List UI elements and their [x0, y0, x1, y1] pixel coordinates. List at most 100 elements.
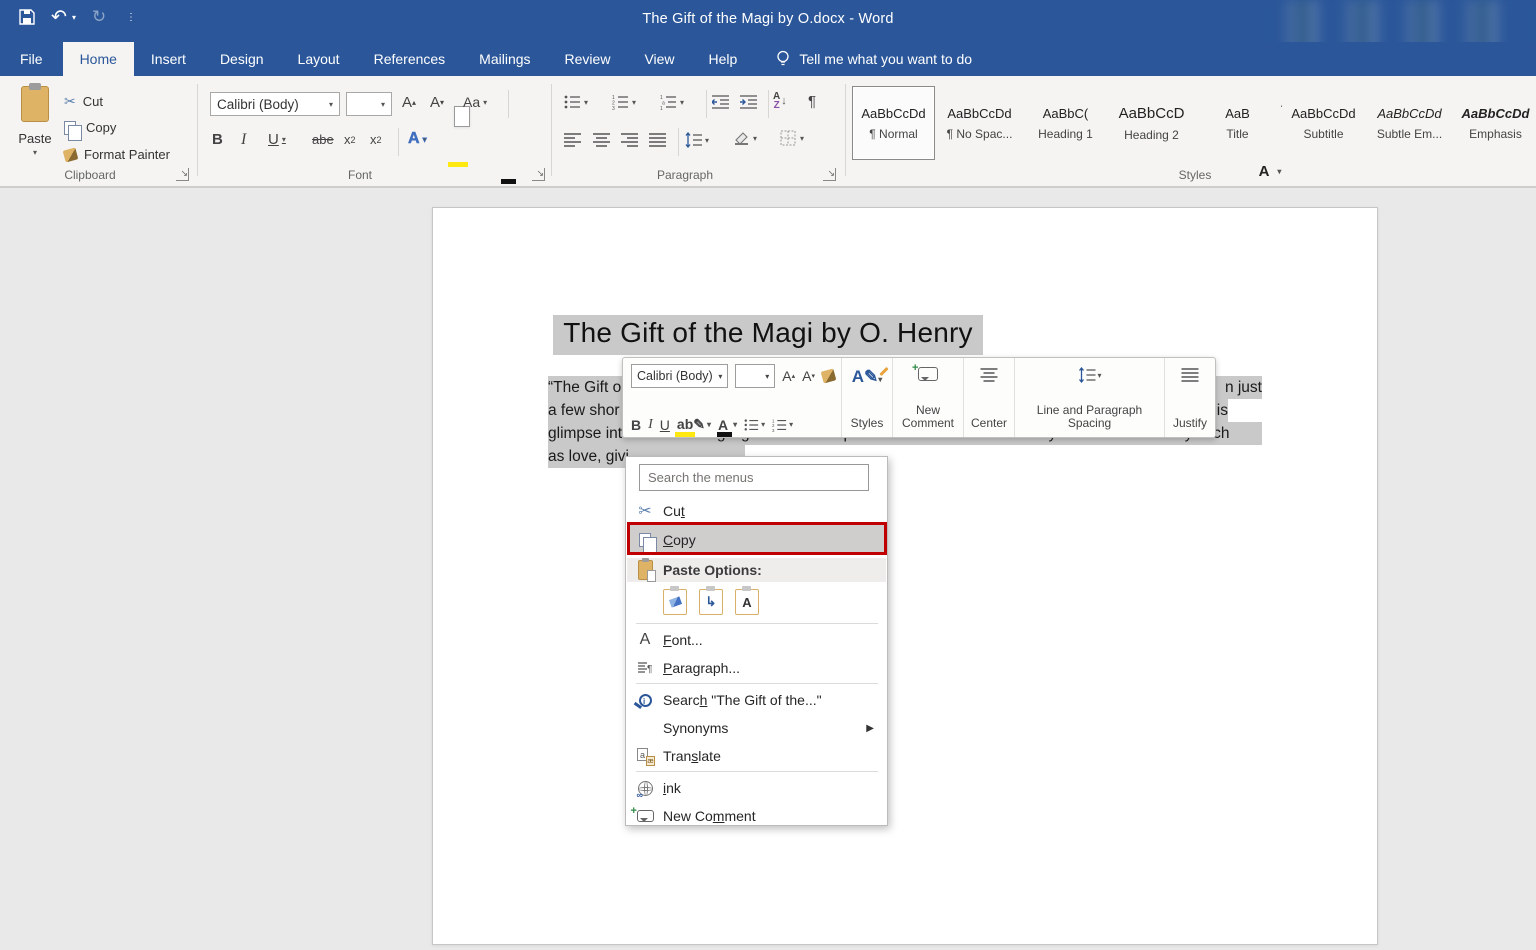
tab-references[interactable]: References	[357, 42, 463, 76]
mini-font-size-combo[interactable]: ▾	[735, 364, 776, 388]
style-subtle-emphasis[interactable]: AaBbCcDd Subtle Em...	[1368, 86, 1451, 160]
sort-button[interactable]: AZ ↓	[773, 92, 787, 111]
context-menu-item-font[interactable]: A Font...	[627, 626, 886, 654]
paste-keep-source-formatting-button[interactable]	[663, 586, 687, 615]
context-menu-item-new-comment[interactable]: + New Comment	[627, 802, 886, 830]
tab-home[interactable]: Home	[62, 42, 134, 76]
borders-button[interactable]: ▾	[780, 130, 804, 146]
context-menu-item-synonyms[interactable]: Synonyms ▶	[627, 714, 886, 742]
style-normal[interactable]: AaBbCcDd ¶ Normal	[852, 86, 935, 160]
style-no-spacing[interactable]: AaBbCcDd ¶ No Spac...	[938, 86, 1021, 160]
mini-grow-font-button[interactable]: A ▴	[782, 368, 795, 384]
mini-new-comment-button[interactable]: + New Comment	[892, 358, 963, 437]
tab-design[interactable]: Design	[203, 42, 281, 76]
font-name-combo[interactable]: Calibri (Body) ▾	[210, 92, 340, 116]
context-menu-item-cut[interactable]: ✂ Cut	[627, 497, 886, 525]
svg-text:3: 3	[612, 106, 615, 110]
clipboard-dialog-launcher-icon[interactable]: ↘	[176, 168, 189, 181]
cut-button[interactable]: ✂ Cut	[64, 93, 103, 110]
translate-icon: aæ	[637, 748, 655, 766]
align-right-button[interactable]	[621, 132, 638, 148]
show-hide-pilcrow-button[interactable]: ¶	[808, 93, 816, 110]
paste-clipboard-icon	[21, 83, 470, 127]
mini-line-spacing-button[interactable]: ▾ Line and Paragraph Spacing	[1014, 358, 1164, 437]
paste-button[interactable]: Paste ▾	[12, 83, 470, 168]
mini-styles-button[interactable]: A✎▾ Styles	[841, 358, 892, 437]
style-title[interactable]: AaB Title	[1196, 86, 1279, 160]
tab-layout[interactable]: Layout	[281, 42, 357, 76]
mini-highlight-button[interactable]: ab✎ ▾	[674, 416, 711, 437]
search-icon: i	[638, 693, 652, 707]
document-title-selected-text[interactable]: The Gift of the Magi by O. Henry	[553, 315, 983, 355]
decrease-indent-button[interactable]	[712, 94, 729, 110]
keep-text-only-icon: A	[742, 594, 752, 610]
format-painter-button[interactable]: Format Painter	[62, 147, 170, 162]
shading-button[interactable]: ▾	[733, 130, 757, 146]
tab-help[interactable]: Help	[692, 42, 755, 76]
mini-justify-icon	[1181, 368, 1199, 382]
tab-view[interactable]: View	[627, 42, 691, 76]
bold-button[interactable]: B	[212, 131, 223, 148]
style-heading2[interactable]: AaBbCcD Heading 2	[1110, 86, 1193, 160]
context-menu-item-search[interactable]: i Search "The Gift of the..."	[627, 686, 886, 714]
style-heading1[interactable]: AaBbC( Heading 1	[1024, 86, 1107, 160]
multilevel-dropdown-icon: ▾	[680, 97, 685, 107]
font-dialog-launcher-icon[interactable]: ↘	[532, 168, 545, 181]
lightbulb-icon	[777, 50, 789, 66]
mini-bullets-button[interactable]: ▾	[744, 417, 765, 433]
superscript-button[interactable]: x2	[370, 132, 382, 147]
context-menu-item-translate[interactable]: aæ Translate	[627, 742, 886, 770]
font-size-combo[interactable]: ▾	[346, 92, 392, 116]
tab-insert[interactable]: Insert	[134, 42, 203, 76]
underline-button[interactable]: U ▾	[268, 131, 286, 148]
tell-me-box[interactable]: Tell me what you want to do	[776, 42, 972, 76]
align-left-button[interactable]	[564, 132, 581, 148]
context-menu-item-paragraph[interactable]: ¶ Paragraph...	[627, 654, 886, 682]
mini-format-painter-button[interactable]	[820, 368, 837, 384]
svg-text:1: 1	[660, 106, 663, 110]
format-painter-label: Format Painter	[84, 147, 170, 162]
mini-shrink-font-button[interactable]: A ▾	[802, 368, 815, 384]
subscript-button[interactable]: x2	[344, 132, 356, 147]
keep-source-formatting-icon	[668, 596, 682, 608]
increase-indent-button[interactable]	[740, 94, 757, 110]
numbering-button[interactable]: 123 ▾	[612, 94, 636, 110]
tab-review[interactable]: Review	[548, 42, 628, 76]
justify-button[interactable]	[649, 132, 666, 148]
paste-merge-formatting-button[interactable]: ↳	[699, 586, 723, 615]
new-comment-icon: +	[631, 805, 654, 822]
mini-underline-button[interactable]: U	[660, 417, 670, 433]
italic-button[interactable]: I	[241, 131, 246, 149]
line-spacing-button[interactable]: ▾	[685, 132, 709, 148]
grow-font-button[interactable]: A ▴	[402, 94, 416, 111]
context-menu-item-link[interactable]: ∞ ink	[627, 774, 886, 802]
mini-font-name-combo[interactable]: Calibri (Body) ▾	[631, 364, 729, 388]
bullets-button[interactable]: ▾	[564, 94, 588, 110]
svg-text:3: 3	[772, 428, 775, 433]
mini-italic-button[interactable]: I	[648, 417, 653, 433]
paste-keep-text-only-button[interactable]: A	[735, 586, 759, 615]
style-emphasis[interactable]: AaBbCcDd Emphasis	[1454, 86, 1536, 160]
tab-file[interactable]: File	[0, 42, 63, 76]
mini-font-color-button[interactable]: A ▾	[717, 417, 737, 437]
mini-center-button[interactable]: Center	[963, 358, 1014, 437]
multilevel-list-icon: 1a1	[660, 95, 676, 110]
text-effects-button[interactable]: A ▾	[408, 130, 427, 148]
copy-button[interactable]: Copy	[64, 120, 116, 141]
font-size-dropdown-icon: ▾	[380, 99, 385, 109]
mini-justify-button[interactable]: Justify	[1164, 358, 1215, 437]
context-menu-search-input[interactable]	[639, 464, 869, 491]
mini-bold-button[interactable]: B	[631, 417, 641, 433]
paragraph-dialog-launcher-icon[interactable]: ↘	[823, 168, 836, 181]
strikethrough-button[interactable]: abe	[312, 132, 334, 147]
paste-dropdown-icon[interactable]: ▾	[33, 148, 37, 157]
shrink-font-button[interactable]: A ▾	[430, 94, 444, 111]
align-center-button[interactable]	[593, 132, 610, 148]
mini-numbering-button[interactable]: 123 ▾	[772, 417, 793, 433]
ribbon-home: Paste ▾ ✂ Cut Copy Format Painter Clipbo…	[0, 76, 1536, 188]
style-subtitle[interactable]: AaBbCcDd Subtitle	[1282, 86, 1365, 160]
change-case-button[interactable]: Aa ▾	[463, 94, 487, 110]
tab-mailings[interactable]: Mailings	[462, 42, 547, 76]
multilevel-list-button[interactable]: 1a1 ▾	[660, 94, 684, 110]
context-menu-item-copy[interactable]: Copy	[627, 525, 886, 555]
